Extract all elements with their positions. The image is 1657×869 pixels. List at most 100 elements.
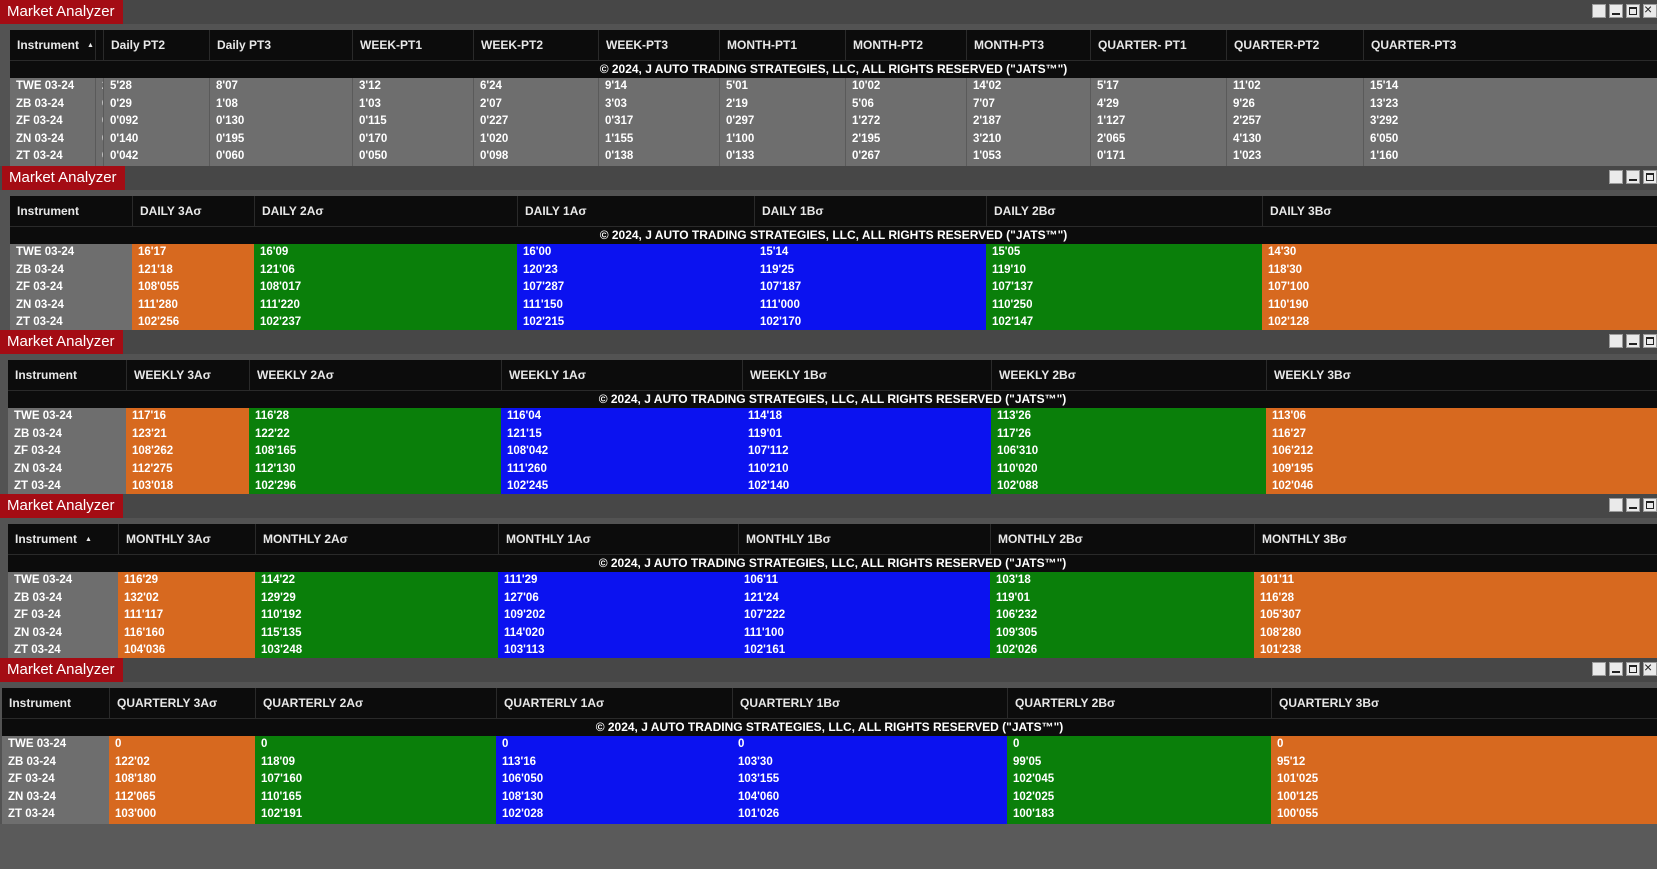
value-cell[interactable]: 114'020 <box>498 624 738 643</box>
table-row[interactable]: ZN 03-24 116'160 115'135 114'020 111'100 109'… <box>8 624 1657 643</box>
value-cell[interactable]: 99'05 <box>1007 753 1271 772</box>
value-cell[interactable]: 122'22 <box>249 425 501 444</box>
value-cell[interactable]: 5'17 <box>1090 78 1226 96</box>
column-header-2[interactable]: DAILY 1Aσ <box>517 196 754 226</box>
title-bar[interactable]: Market Analyzer <box>0 166 1657 190</box>
column-header-10[interactable]: QUARTER-PT2 <box>1226 30 1363 60</box>
value-cell[interactable]: 104'060 <box>732 788 1007 807</box>
instrument-cell[interactable]: ZF 03-24 <box>8 607 118 625</box>
value-cell[interactable]: 116'28 <box>1254 589 1657 608</box>
value-cell[interactable]: 117'26 <box>991 425 1266 444</box>
column-header-1[interactable]: QUARTERLY 2Aσ <box>255 688 496 718</box>
value-cell[interactable]: 2'065 <box>1090 130 1226 149</box>
value-cell[interactable]: 127'06 <box>498 589 738 608</box>
value-cell[interactable]: 0'14 <box>95 95 103 114</box>
value-cell[interactable]: 2'195 <box>845 130 966 149</box>
value-cell[interactable]: 13'23 <box>1363 95 1657 114</box>
value-cell[interactable]: 129'29 <box>255 589 498 608</box>
maximize-button[interactable] <box>1626 4 1640 18</box>
value-cell[interactable]: 0 <box>732 736 1007 754</box>
value-cell[interactable]: 1'020 <box>473 130 598 149</box>
value-cell[interactable]: 11'02 <box>1226 78 1363 96</box>
value-cell[interactable]: 1'272 <box>845 113 966 131</box>
title-bar[interactable]: Market Analyzer <box>0 494 1657 518</box>
column-header-instrument[interactable]: Instrument <box>8 360 126 390</box>
value-cell[interactable]: 102'191 <box>255 806 496 824</box>
value-cell[interactable]: 121'15 <box>501 425 742 444</box>
value-cell[interactable]: 2'07 <box>473 95 598 114</box>
title-bar[interactable]: Market Analyzer <box>0 330 1657 354</box>
value-cell[interactable]: 111'100 <box>738 624 990 643</box>
value-cell[interactable]: 0'070 <box>95 130 103 149</box>
instrument-cell[interactable]: ZT 03-24 <box>2 806 109 824</box>
column-header-4[interactable]: QUARTERLY 2Bσ <box>1007 688 1271 718</box>
value-cell[interactable]: 107'112 <box>742 443 991 461</box>
value-cell[interactable]: 0 <box>109 736 255 754</box>
value-cell[interactable]: 4'130 <box>1226 130 1363 149</box>
value-cell[interactable]: 121'18 <box>132 261 254 280</box>
value-cell[interactable]: 110'190 <box>1262 296 1657 315</box>
column-header-0[interactable]: Daily PT1 <box>95 30 103 60</box>
column-header-0[interactable]: QUARTERLY 3Aσ <box>109 688 255 718</box>
value-cell[interactable]: 9'26 <box>1226 95 1363 114</box>
value-cell[interactable]: 100'125 <box>1271 788 1657 807</box>
column-header-2[interactable]: WEEKLY 1Aσ <box>501 360 742 390</box>
value-cell[interactable]: 106'11 <box>738 572 990 590</box>
instrument-cell[interactable]: ZF 03-24 <box>10 279 132 297</box>
value-cell[interactable]: 0'227 <box>473 113 598 131</box>
value-cell[interactable]: 0'060 <box>209 148 352 166</box>
table-row[interactable]: ZN 03-240'0700'1400'1950'1701'0201'1551'… <box>10 130 1657 149</box>
column-header-0[interactable]: WEEKLY 3Aσ <box>126 360 249 390</box>
instrument-cell[interactable]: ZF 03-24 <box>8 443 126 461</box>
column-header-instrument[interactable]: Instrument ▲ <box>8 524 118 554</box>
value-cell[interactable]: 101'11 <box>1254 572 1657 590</box>
value-cell[interactable]: 2'19 <box>719 95 845 114</box>
value-cell[interactable]: 111'280 <box>132 296 254 315</box>
value-cell[interactable]: 101'025 <box>1271 771 1657 789</box>
column-header-1[interactable]: DAILY 2Aσ <box>254 196 517 226</box>
value-cell[interactable]: 3'03 <box>598 95 719 114</box>
value-cell[interactable]: 2'257 <box>1226 113 1363 131</box>
value-cell[interactable]: 0'050 <box>352 148 473 166</box>
value-cell[interactable]: 116'04 <box>501 408 742 426</box>
column-header-3[interactable]: WEEK-PT1 <box>352 30 473 60</box>
restore-button[interactable] <box>1609 334 1623 348</box>
minimize-button[interactable] <box>1626 170 1640 184</box>
value-cell[interactable]: 106'050 <box>496 771 732 789</box>
value-cell[interactable]: 119'01 <box>742 425 991 444</box>
value-cell[interactable]: 110'020 <box>991 460 1266 479</box>
table-row[interactable]: ZF 03-24 108'180 107'160 106'050 103'155 102'… <box>2 771 1657 789</box>
value-cell[interactable]: 0 <box>1271 736 1657 754</box>
value-cell[interactable]: 0'133 <box>719 148 845 166</box>
value-cell[interactable]: 121'06 <box>254 261 517 280</box>
value-cell[interactable]: 4'29 <box>1090 95 1226 114</box>
value-cell[interactable]: 5'01 <box>719 78 845 96</box>
table-row[interactable]: TWE 03-24 116'29 114'22 111'29 106'11 103'18 1… <box>8 572 1657 590</box>
value-cell[interactable]: 0'092 <box>103 113 209 131</box>
restore-button[interactable] <box>1592 662 1606 676</box>
value-cell[interactable]: 16'00 <box>517 244 754 262</box>
value-cell[interactable]: 5'06 <box>845 95 966 114</box>
value-cell[interactable]: 108'055 <box>132 279 254 297</box>
value-cell[interactable]: 107'287 <box>517 279 754 297</box>
value-cell[interactable]: 116'29 <box>118 572 255 590</box>
value-cell[interactable]: 119'10 <box>986 261 1262 280</box>
table-row[interactable]: ZB 03-240'140'291'081'032'073'032'195'06… <box>10 95 1657 114</box>
column-header-4[interactable]: MONTHLY 2Bσ <box>990 524 1254 554</box>
value-cell[interactable]: 113'16 <box>496 753 732 772</box>
maximize-button[interactable] <box>1643 334 1657 348</box>
table-row[interactable]: ZF 03-24 108'055 108'017 107'287 107'187 107'… <box>10 279 1657 297</box>
table-row[interactable]: ZN 03-24 111'280 111'220 111'150 111'000 110'… <box>10 296 1657 315</box>
value-cell[interactable]: 110'250 <box>986 296 1262 315</box>
column-header-1[interactable]: MONTHLY 2Aσ <box>255 524 498 554</box>
value-cell[interactable]: 116'28 <box>249 408 501 426</box>
value-cell[interactable]: 118'30 <box>1262 261 1657 280</box>
instrument-cell[interactable]: ZB 03-24 <box>10 95 95 114</box>
value-cell[interactable]: 110'165 <box>255 788 496 807</box>
value-cell[interactable]: 111'220 <box>254 296 517 315</box>
value-cell[interactable]: 3'210 <box>966 130 1090 149</box>
value-cell[interactable]: 105'307 <box>1254 607 1657 625</box>
instrument-cell[interactable]: ZN 03-24 <box>10 296 132 315</box>
maximize-button[interactable] <box>1643 498 1657 512</box>
table-row[interactable]: ZN 03-24 112'275 112'130 111'260 110'210 110'… <box>8 460 1657 479</box>
